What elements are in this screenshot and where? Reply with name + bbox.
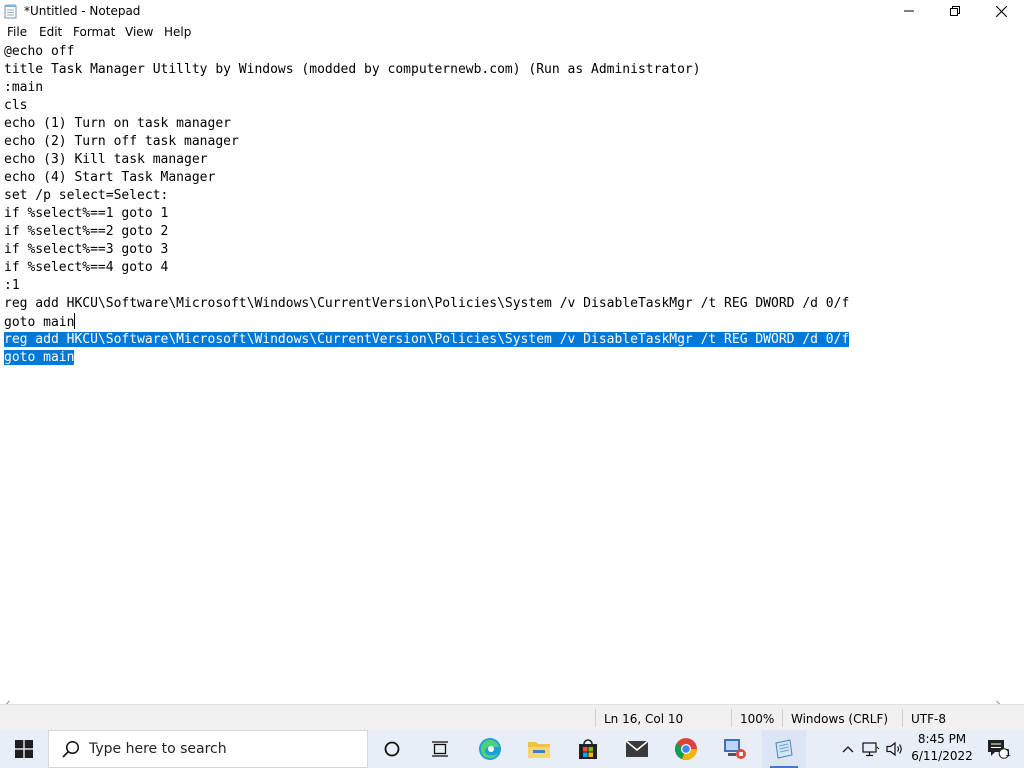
editor-line-with-caret: goto main — [4, 313, 76, 330]
taskbar-store[interactable] — [566, 730, 610, 768]
editor-line: :1 — [4, 278, 20, 293]
editor-line: echo (2) Turn off task manager — [4, 134, 239, 149]
status-bar: Ln 16, Col 10 100% Windows (CRLF) UTF-8 — [0, 704, 1024, 730]
status-divider — [902, 709, 903, 727]
editor-line: title Task Manager Utillty by Windows (m… — [4, 62, 701, 77]
notification-count-badge: 1 — [1004, 748, 1012, 759]
notepad-icon — [775, 739, 793, 759]
clock-button[interactable]: 8:45 PM 6/11/2022 — [910, 730, 974, 768]
network-icon — [862, 742, 880, 757]
text-editor[interactable]: @echo off title Task Manager Utillty by … — [0, 42, 1024, 690]
menu-view[interactable]: View — [125, 25, 153, 39]
folder-icon — [528, 742, 550, 758]
action-center-button[interactable]: 1 — [980, 730, 1016, 768]
menu-format[interactable]: Format — [73, 25, 115, 39]
status-divider — [731, 709, 732, 727]
volume-button[interactable] — [884, 730, 906, 768]
menu-file[interactable]: File — [7, 25, 27, 39]
task-view-button-2[interactable] — [418, 730, 462, 768]
taskbar-admin-tool[interactable] — [713, 730, 757, 768]
editor-content: @echo off title Task Manager Utillty by … — [4, 43, 850, 367]
taskbar: Type here to search 8:45 PM 6/11/2022 1 — [0, 730, 1024, 768]
maximize-button[interactable] — [932, 0, 978, 22]
title-bar[interactable]: *Untitled - Notepad — [0, 0, 1024, 22]
cortana-circle-icon — [384, 741, 400, 757]
menu-bar: File Edit Format View Help — [0, 22, 1024, 42]
status-divider — [782, 709, 783, 727]
notepad-app-icon — [4, 4, 18, 19]
cursor-position: Ln 16, Col 10 — [604, 712, 684, 726]
taskbar-search-box[interactable]: Type here to search — [48, 730, 368, 768]
editor-line: echo (3) Kill task manager — [4, 152, 208, 167]
search-placeholder: Type here to search — [89, 741, 227, 757]
menu-edit[interactable]: Edit — [39, 25, 62, 39]
editor-line: :main — [4, 80, 44, 95]
admin-tool-icon — [724, 739, 746, 759]
start-button[interactable] — [0, 730, 48, 768]
show-hidden-icons-button[interactable] — [838, 730, 858, 768]
taskbar-notepad[interactable] — [762, 730, 806, 768]
window-title: *Untitled - Notepad — [24, 4, 141, 18]
task-view-icon — [432, 741, 448, 757]
status-divider — [595, 709, 596, 727]
minimize-button[interactable] — [886, 0, 932, 22]
menu-help[interactable]: Help — [164, 25, 191, 39]
editor-line: @echo off — [4, 44, 75, 59]
scroll-left-icon[interactable] — [4, 693, 12, 708]
scroll-right-icon[interactable] — [994, 693, 1002, 708]
selected-line: goto main — [4, 350, 75, 365]
chrome-icon — [674, 738, 698, 761]
taskbar-file-explorer[interactable] — [517, 730, 561, 768]
encoding: UTF-8 — [911, 712, 946, 726]
selected-line: reg add HKCU\Software\Microsoft\Windows\… — [4, 332, 850, 347]
editor-line: cls — [4, 98, 28, 113]
taskbar-chrome[interactable] — [664, 730, 708, 768]
search-icon — [62, 740, 80, 758]
taskbar-edge[interactable] — [468, 730, 512, 768]
network-button[interactable] — [860, 730, 882, 768]
edge-icon — [479, 738, 501, 760]
minimize-icon — [904, 10, 914, 12]
editor-line: echo (1) Turn on task manager — [4, 116, 231, 131]
line-ending: Windows (CRLF) — [791, 712, 889, 726]
editor-line: if %select%==4 goto 4 — [4, 260, 169, 275]
zoom-level: 100% — [740, 712, 775, 726]
horizontal-scrollbar[interactable] — [0, 690, 1024, 708]
taskbar-mail[interactable] — [615, 730, 659, 768]
close-button[interactable] — [978, 0, 1024, 22]
editor-line: if %select%==2 goto 2 — [4, 224, 169, 239]
editor-line: reg add HKCU\Software\Microsoft\Windows\… — [4, 296, 850, 311]
speaker-icon — [886, 741, 902, 757]
editor-line: set /p select=Select: — [4, 188, 169, 203]
mail-icon — [625, 740, 649, 757]
editor-line: if %select%==3 goto 3 — [4, 242, 169, 257]
chevron-up-icon — [842, 746, 854, 753]
text-caret — [74, 313, 76, 329]
windows-logo-icon — [15, 740, 33, 758]
editor-line: echo (4) Start Task Manager — [4, 170, 216, 185]
task-view-button[interactable] — [370, 730, 414, 768]
clock-time: 8:45 PM — [917, 732, 967, 746]
editor-line: if %select%==1 goto 1 — [4, 206, 169, 221]
clock-date: 6/11/2022 — [911, 749, 973, 763]
store-bag-icon — [579, 739, 597, 759]
close-icon — [995, 5, 1007, 17]
restore-icon — [950, 6, 960, 16]
